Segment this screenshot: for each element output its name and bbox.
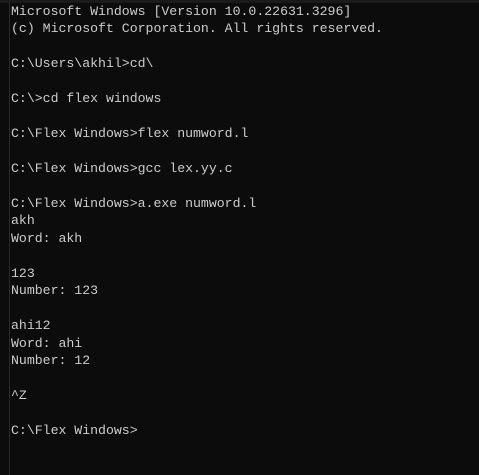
console-line: C:\Flex Windows>a.exe numword.l (11, 195, 257, 211)
console-line: 123 (11, 265, 35, 281)
console-line: C:\Flex Windows>flex numword.l (11, 126, 249, 142)
console-line: Number: 12 (11, 353, 91, 369)
console-line: (c) Microsoft Corporation. All rights re… (11, 21, 383, 37)
console-line: Word: akh (11, 230, 83, 246)
console-line: akh (11, 213, 35, 229)
console-line: C:\Flex Windows>gcc lex.yy.c (11, 161, 233, 177)
terminal-output[interactable]: Microsoft Windows [Version 10.0.22631.32… (11, 3, 479, 439)
console-line: Word: ahi (11, 335, 83, 351)
console-line: Number: 123 (11, 283, 99, 299)
window-left-edge (9, 3, 10, 475)
command-prompt[interactable]: C:\Flex Windows> (11, 422, 479, 439)
console-line: C:\Users\akhil>cd\ (11, 56, 154, 72)
console-line: ahi12 (11, 318, 51, 334)
console-line: Microsoft Windows [Version 10.0.22631.32… (11, 4, 352, 19)
console-line: C:\>cd flex windows (11, 91, 162, 107)
console-line: ^Z (11, 387, 27, 403)
